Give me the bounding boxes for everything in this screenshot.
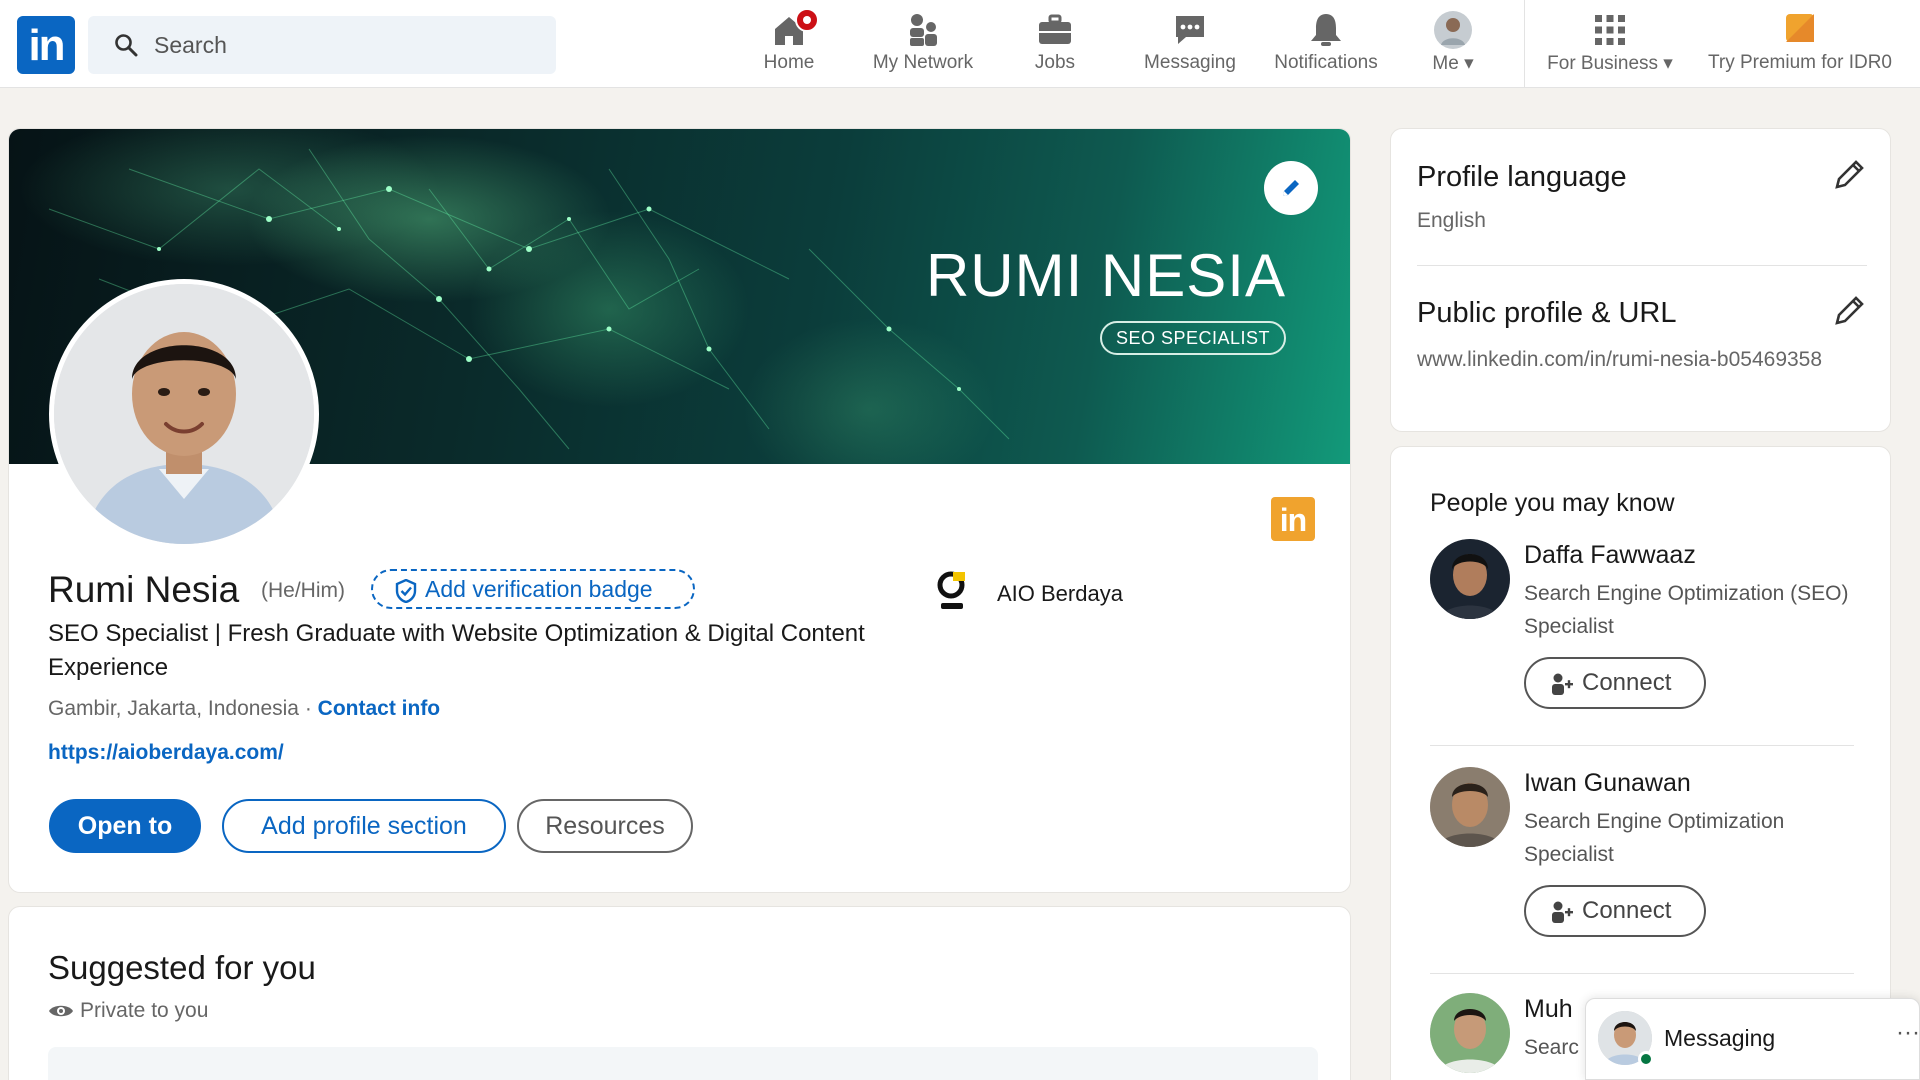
- messaging-label: Messaging: [1664, 1025, 1776, 1051]
- public-profile-url-title: Public profile & URL: [1417, 297, 1677, 329]
- nav-home[interactable]: Home: [744, 8, 834, 80]
- divider: [1417, 265, 1867, 266]
- person-headline: Search Engine Optimization (SEO) Special…: [1524, 582, 1849, 638]
- contact-info-link[interactable]: Contact info: [318, 697, 440, 720]
- avatar[interactable]: [1430, 539, 1510, 619]
- shield-check-icon: [395, 579, 417, 603]
- profile-headline: SEO Specialist | Fresh Graduate with Web…: [48, 620, 865, 681]
- suggested-card: Suggested for you Private to you: [8, 906, 1351, 1080]
- linkedin-logo-icon[interactable]: in: [17, 16, 75, 74]
- premium-icon: [1786, 14, 1814, 42]
- pencil-icon: [1283, 180, 1299, 196]
- suggested-title: Suggested for you: [48, 949, 316, 986]
- briefcase-icon: [1039, 14, 1071, 44]
- profile-card: RUMI NESIA SEO SPECIALIST in Rumi Nesia …: [8, 128, 1351, 893]
- privacy-note: Private to you: [48, 999, 208, 1023]
- nav-premium[interactable]: Try Premium for IDR0: [1700, 10, 1900, 80]
- more-options-icon[interactable]: ···: [1896, 1019, 1920, 1047]
- person-name[interactable]: Daffa Fawwaaz: [1524, 541, 1696, 570]
- nav-premium-label: Try Premium for IDR0: [1707, 52, 1893, 73]
- add-verification-badge-button[interactable]: Add verification badge: [371, 569, 695, 609]
- chevron-down-icon: ▾: [1663, 53, 1673, 74]
- chat-icon: [1176, 16, 1204, 44]
- person-name[interactable]: Iwan Gunawan: [1524, 769, 1691, 798]
- profile-location-line: Gambir, Jakarta, Indonesia · Contact inf…: [48, 697, 440, 721]
- nav-my-network-label: My Network: [872, 52, 974, 73]
- profile-website-link[interactable]: https://aioberdaya.com/: [48, 741, 284, 765]
- nav-home-label: Home: [763, 52, 815, 73]
- divider: [1430, 973, 1854, 974]
- privacy-label: Private to you: [80, 999, 209, 1022]
- profile-name: Rumi Nesia: [48, 569, 240, 610]
- pymk-title: People you may know: [1430, 489, 1675, 517]
- nav-jobs-label: Jobs: [1034, 52, 1076, 73]
- add-profile-section-button[interactable]: Add profile section: [222, 799, 506, 853]
- profile-photo-image: [54, 284, 314, 544]
- open-to-button[interactable]: Open to: [49, 799, 201, 853]
- nav-me-label: Me ▾: [1432, 53, 1474, 74]
- edit-banner-button[interactable]: [1264, 161, 1318, 215]
- avatar[interactable]: [1430, 993, 1510, 1073]
- search-icon: [115, 34, 138, 57]
- person-headline: Search Engine Optimization Specialist: [1524, 810, 1785, 866]
- messaging-overlay[interactable]: Messaging ···: [1585, 998, 1920, 1080]
- linkedin-badge-icon[interactable]: in: [1271, 497, 1315, 541]
- nav-notifications[interactable]: Notifications: [1264, 10, 1388, 80]
- nav-divider: [1524, 0, 1525, 88]
- profile-location: Gambir, Jakarta, Indonesia: [48, 697, 299, 720]
- profile-language-title: Profile language: [1417, 161, 1627, 193]
- connect-button[interactable]: Connect: [1524, 885, 1706, 937]
- nav-for-business[interactable]: For Business ▾: [1538, 10, 1682, 80]
- online-status-dot: [1638, 1051, 1654, 1067]
- person-name[interactable]: Muh: [1524, 995, 1573, 1024]
- search-box[interactable]: [88, 16, 556, 74]
- list-item: Daffa Fawwaaz Search Engine Optimization…: [1430, 539, 1870, 719]
- verification-label: Add verification badge: [425, 576, 653, 602]
- network-icon: [910, 14, 937, 46]
- separator: ·: [304, 697, 312, 720]
- nav-for-business-label: For Business ▾: [1547, 53, 1673, 74]
- divider: [1430, 745, 1854, 746]
- profile-photo[interactable]: [49, 279, 319, 549]
- banner-title: RUMI NESIA: [925, 242, 1286, 309]
- grid-icon: [1595, 15, 1625, 45]
- search-input[interactable]: [154, 16, 534, 74]
- avatar[interactable]: [1430, 767, 1510, 847]
- profile-language-value: English: [1417, 209, 1486, 232]
- edit-url-pencil-icon[interactable]: [1831, 293, 1867, 329]
- avatar: [1434, 11, 1472, 49]
- top-nav: in Home My Network Jobs Messaging Notifi…: [0, 0, 1920, 88]
- banner-subtitle: SEO SPECIALIST: [1100, 321, 1286, 355]
- suggestion-panel: [48, 1047, 1318, 1080]
- nav-messaging[interactable]: Messaging: [1135, 10, 1245, 80]
- nav-messaging-label: Messaging: [1144, 52, 1236, 73]
- bell-icon: [1311, 14, 1341, 46]
- profile-pronouns: (He/Him): [261, 579, 345, 602]
- list-item: Iwan Gunawan Search Engine Optimization …: [1430, 767, 1870, 947]
- notification-dot: [795, 8, 819, 32]
- add-person-icon: [1552, 673, 1573, 695]
- public-profile-url-value: www.linkedin.com/in/rumi-nesia-b05469358: [1417, 348, 1823, 371]
- nav-notifications-label: Notifications: [1274, 52, 1378, 73]
- company-name: AIO Berdaya: [997, 581, 1123, 606]
- add-person-icon: [1552, 901, 1573, 923]
- chevron-down-icon: ▾: [1464, 53, 1474, 74]
- nav-my-network[interactable]: My Network: [862, 10, 984, 80]
- company-logo-icon: [937, 571, 965, 609]
- profile-settings-card: Profile language English Public profile …: [1390, 128, 1891, 432]
- connect-label: Connect: [1582, 897, 1672, 924]
- resources-button[interactable]: Resources: [517, 799, 693, 853]
- eye-icon: [49, 1005, 73, 1017]
- people-you-may-know-card: People you may know Daffa Fawwaaz Search…: [1390, 446, 1891, 1080]
- connect-label: Connect: [1582, 669, 1672, 696]
- nav-jobs[interactable]: Jobs: [1010, 10, 1100, 80]
- connect-button[interactable]: Connect: [1524, 657, 1706, 709]
- nav-me[interactable]: Me ▾: [1418, 10, 1488, 80]
- edit-language-pencil-icon[interactable]: [1831, 157, 1867, 193]
